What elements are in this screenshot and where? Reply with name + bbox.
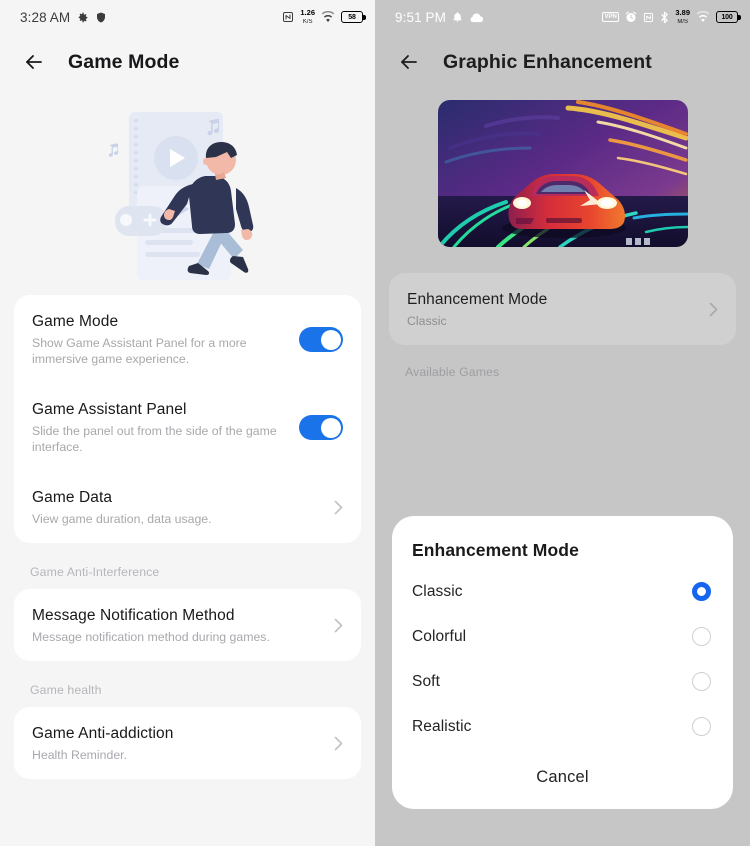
back-arrow-icon[interactable] (22, 50, 46, 74)
nfc-icon (282, 11, 294, 23)
game-settings-card: Game Mode Show Game Assistant Panel for … (14, 295, 361, 543)
section-label-anti-interference: Game Anti-Interference (30, 565, 160, 579)
enhancement-mode-card: Enhancement Mode Classic (389, 273, 736, 345)
nfc-icon (643, 12, 654, 23)
right-phone-panel: 9:51 PM VPN 3.89 M/S 100 Graphic Enhance… (375, 0, 750, 846)
bell-icon (452, 11, 463, 23)
network-speed-unit: K/S (302, 18, 313, 25)
row-game-assistant-panel[interactable]: Game Assistant Panel Slide the panel out… (14, 383, 361, 471)
wifi-icon (321, 11, 335, 23)
wifi-icon (696, 11, 710, 23)
row-title: Message Notification Method (32, 607, 235, 624)
row-game-data[interactable]: Game Data View game duration, data usage… (14, 471, 361, 543)
anti-interference-card: Message Notification Method Message noti… (14, 589, 361, 661)
row-enhancement-mode[interactable]: Enhancement Mode Classic (389, 273, 736, 345)
vpn-icon: VPN (602, 12, 620, 22)
row-subtitle: Classic (407, 314, 447, 328)
back-arrow-icon[interactable] (397, 50, 421, 74)
racing-game-banner (437, 100, 688, 247)
row-game-anti-addiction[interactable]: Game Anti-addiction Health Reminder. (14, 707, 361, 779)
page-title: Graphic Enhancement (443, 50, 652, 73)
dual-phone-screenshot: 3:28 AM 1.26 K/S 58 Game Mode Game Mode … (0, 0, 750, 846)
battery-icon: 100 (716, 11, 741, 23)
option-colorful[interactable]: Colorful (392, 614, 733, 659)
game-mode-illustration (0, 90, 375, 295)
toggle-knob (320, 417, 341, 438)
game-health-card: Game Anti-addiction Health Reminder. (14, 707, 361, 779)
row-game-mode[interactable]: Game Mode Show Game Assistant Panel for … (14, 295, 361, 383)
network-speed-value: 3.89 (675, 7, 690, 17)
status-time: 3:28 AM (20, 9, 71, 25)
game-mode-toggle[interactable] (299, 327, 343, 352)
enhancement-mode-dialog: Enhancement Mode Classic Colorful Soft R… (392, 516, 733, 809)
row-subtitle: View game duration, data usage. (32, 512, 212, 526)
right-app-bar: Graphic Enhancement (375, 34, 750, 90)
right-status-bar: 9:51 PM VPN 3.89 M/S 100 (375, 0, 750, 34)
radio-colorful[interactable] (692, 627, 711, 646)
network-speed-value: 1.26 (300, 7, 315, 17)
chevron-right-icon (709, 302, 718, 317)
row-title: Game Data (32, 489, 113, 506)
section-label-game-health: Game health (30, 683, 102, 697)
page-title: Game Mode (68, 50, 180, 73)
option-label: Realistic (412, 717, 472, 735)
network-speed: 3.89 M/S (675, 7, 690, 26)
radio-realistic[interactable] (692, 717, 711, 736)
bluetooth-icon (660, 11, 669, 24)
radio-classic[interactable] (692, 582, 711, 601)
option-label: Colorful (412, 627, 467, 645)
left-status-bar: 3:28 AM 1.26 K/S 58 (0, 0, 375, 34)
battery-icon: 58 (341, 11, 366, 23)
toggle-knob (320, 329, 341, 350)
option-classic[interactable]: Classic (392, 569, 733, 614)
battery-level: 58 (348, 13, 356, 21)
option-realistic[interactable]: Realistic (392, 704, 733, 749)
row-subtitle: Slide the panel out from the side of the… (32, 424, 277, 454)
dialog-title: Enhancement Mode (412, 540, 579, 560)
chevron-right-icon (334, 618, 343, 633)
gear-icon (76, 11, 89, 24)
cloud-icon (469, 12, 483, 23)
alarm-icon (625, 11, 637, 23)
row-subtitle: Health Reminder. (32, 748, 128, 762)
cancel-button[interactable]: Cancel (392, 749, 733, 801)
left-phone-panel: 3:28 AM 1.26 K/S 58 Game Mode Game Mode … (0, 0, 375, 846)
chevron-right-icon (334, 736, 343, 751)
section-label-available-games: Available Games (405, 365, 500, 379)
row-title: Game Anti-addiction (32, 725, 174, 742)
row-subtitle: Show Game Assistant Panel for a more imm… (32, 336, 247, 366)
row-title: Enhancement Mode (407, 291, 548, 308)
option-soft[interactable]: Soft (392, 659, 733, 704)
chevron-right-icon (334, 500, 343, 515)
status-time: 9:51 PM (395, 9, 446, 25)
network-speed: 1.26 K/S (300, 7, 315, 26)
row-title: Game Mode (32, 313, 119, 330)
game-assistant-panel-toggle[interactable] (299, 415, 343, 440)
battery-level: 100 (721, 13, 733, 21)
option-label: Classic (412, 582, 463, 600)
row-subtitle: Message notification method during games… (32, 630, 270, 644)
left-app-bar: Game Mode (0, 34, 375, 90)
option-label: Soft (412, 672, 440, 690)
shield-icon (95, 11, 107, 24)
row-title: Game Assistant Panel (32, 401, 187, 418)
row-message-notification-method[interactable]: Message Notification Method Message noti… (14, 589, 361, 661)
radio-soft[interactable] (692, 672, 711, 691)
network-speed-unit: M/S (677, 18, 689, 25)
